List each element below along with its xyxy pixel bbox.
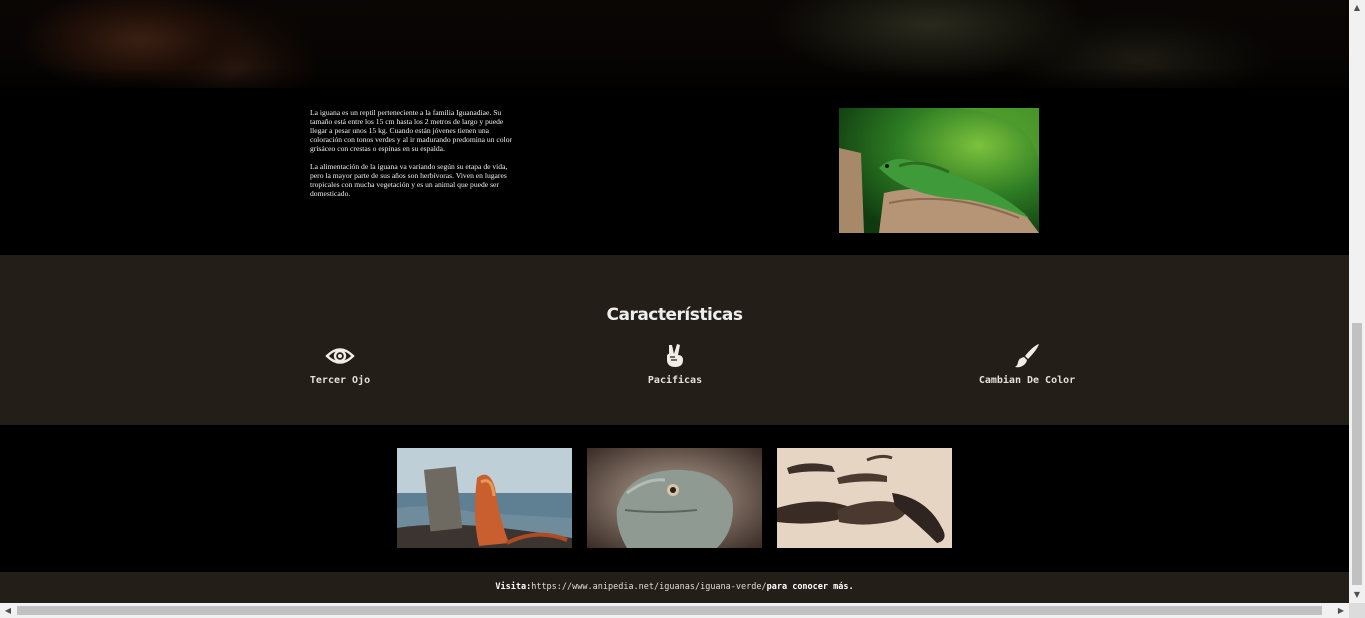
- peace-hand-icon: [667, 344, 683, 367]
- footer: Visita:https://www.anipedia.net/iguanas/…: [0, 572, 1349, 603]
- gallery-image-iguana-beach: [397, 448, 572, 548]
- feature-label: Cambian De Color: [978, 375, 1076, 386]
- gallery-image-iguanas-sand: [777, 448, 952, 548]
- horizontal-scrollbar[interactable]: ◀ ▶: [0, 603, 1349, 618]
- vertical-scrollbar-thumb[interactable]: [1352, 323, 1362, 585]
- eye-icon: [325, 348, 355, 364]
- feature-pacificas: Pacificas: [595, 343, 755, 386]
- gallery-image-iguana-head: [587, 448, 762, 548]
- gallery-section: [0, 425, 1349, 572]
- intro-paragraph-1: La iguana es un reptil perteneciente a l…: [310, 108, 513, 153]
- footer-suffix: para conocer más.: [766, 582, 854, 592]
- feature-cambian-color: Cambian De Color: [947, 343, 1107, 386]
- features-section: Características Tercer Ojo Pacificas Cam…: [0, 255, 1349, 425]
- page: La iguana es un reptil perteneciente a l…: [0, 0, 1349, 603]
- intro-text: La iguana es un reptil perteneciente a l…: [310, 108, 515, 207]
- horizontal-scrollbar-thumb[interactable]: [17, 606, 1322, 615]
- footer-prefix: Visita:: [495, 582, 532, 592]
- scroll-up-arrow-icon[interactable]: ▲: [1349, 0, 1365, 16]
- features-title: Características: [606, 305, 744, 325]
- green-iguana-photo: [839, 108, 1039, 233]
- scroll-right-arrow-icon[interactable]: ▶: [1333, 603, 1349, 618]
- scroll-down-arrow-icon[interactable]: ▼: [1349, 587, 1365, 603]
- intro-section: La iguana es un reptil perteneciente a l…: [0, 88, 1349, 255]
- feature-label: Tercer Ojo: [309, 375, 371, 386]
- feature-label: Pacificas: [647, 375, 703, 386]
- hero-banner-image: [0, 0, 1349, 88]
- footer-link[interactable]: https://www.anipedia.net/iguanas/iguana-…: [531, 582, 766, 592]
- intro-paragraph-2: La alimentación de la iguana va variando…: [310, 162, 508, 198]
- paint-brush-icon: [1015, 344, 1039, 368]
- scrollbar-corner: [1349, 603, 1365, 618]
- vertical-scrollbar[interactable]: ▲ ▼: [1349, 0, 1365, 603]
- feature-tercer-ojo: Tercer Ojo: [260, 343, 420, 386]
- scroll-left-arrow-icon[interactable]: ◀: [0, 603, 16, 618]
